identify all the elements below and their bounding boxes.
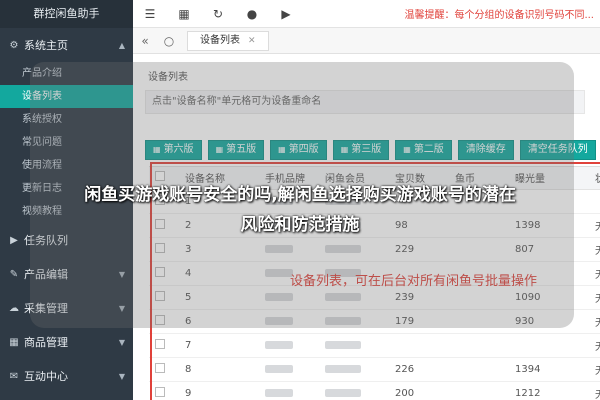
item-count-cell: 200 [389,381,449,400]
chevron-down-icon: ▼ [118,371,125,381]
member-cell [319,381,389,400]
device-name-cell[interactable]: 9 [179,381,259,400]
sidebar-group-home[interactable]: ⚙ 系统主页 ▲ [0,28,133,62]
home-icon[interactable]: ○ [157,34,181,48]
close-icon[interactable]: ✕ [248,32,256,50]
item-count-cell [389,333,449,358]
member-cell [319,333,389,358]
collect-icon: ☁ [9,302,19,314]
list-icon[interactable]: ☰ [133,7,167,21]
tab-device-list[interactable]: 设备列表 ✕ [187,30,269,51]
status-cell: 无 [589,333,600,358]
refresh-icon[interactable]: ↻ [201,7,235,21]
tabbar: « ○ 设备列表 ✕ [133,28,600,54]
edit-icon: ✎ [9,268,19,280]
phone-brand-cell [259,357,319,382]
topbar: ☰ ▦ ↻ ● ▶ 温馨提醒：每个分组的设备识别号码不同... [133,0,600,28]
chevron-down-icon: ▼ [118,337,125,347]
views-cell [509,333,589,358]
status-cell: 无 [589,357,600,382]
status-cell: 无 [589,261,600,286]
phone-brand-cell [259,333,319,358]
status-cell: 无 [589,237,600,262]
views-cell: 1394 [509,357,589,382]
sidebar-group-interaction[interactable]: ✉ 互动中心 ▼ [0,359,133,393]
row-checkbox[interactable] [149,381,179,400]
tab-label: 设备列表 [200,34,240,46]
row-checkbox[interactable] [149,333,179,358]
gear-icon: ⚙ [9,39,19,51]
app-title: 群控闲鱼助手 [0,0,133,28]
status-cell: 无 [589,285,600,310]
table-row[interactable]: 9 200 1212无 [149,381,600,400]
table-row[interactable]: 8 226 1394无 [149,357,600,382]
goods-icon: ▦ [9,336,19,348]
headline: 闲鱼买游戏账号安全的吗,解闲鱼选择购买游戏账号的潜在 风险和防范措施 [0,180,600,240]
table-row[interactable]: 7无 [149,333,600,358]
chevron-up-icon: ▲ [118,40,125,50]
fish-coin-cell [449,333,509,358]
grid-icon[interactable]: ▦ [167,7,201,21]
row-checkbox[interactable] [149,357,179,382]
sidebar-group-label: 系统主页 [24,39,68,52]
chat-icon: ✉ [9,370,19,382]
fish-coin-cell [449,357,509,382]
status-cell: 无 [589,381,600,400]
phone-brand-cell [259,381,319,400]
device-name-cell[interactable]: 8 [179,357,259,382]
sidebar-group-label: 互动中心 [24,370,68,383]
double-chevron-left-icon[interactable]: « [133,34,157,48]
member-cell [319,357,389,382]
notice-text: 温馨提醒：每个分组的设备识别号码不同... [404,10,594,21]
sidebar-group-label: 商品管理 [24,336,68,349]
fish-coin-cell [449,381,509,400]
play-icon[interactable]: ▶ [269,7,303,21]
status-cell: 无 [589,309,600,334]
sidebar-group-goods[interactable]: ▦ 商品管理 ▼ [0,325,133,359]
views-cell: 1212 [509,381,589,400]
device-name-cell[interactable]: 7 [179,333,259,358]
item-count-cell: 226 [389,357,449,382]
chat-icon[interactable]: ● [235,7,269,21]
headline-line-2: 风险和防范措施 [240,215,360,235]
headline-line-1: 闲鱼买游戏账号安全的吗,解闲鱼选择购买游戏账号的潜在 [84,185,516,205]
